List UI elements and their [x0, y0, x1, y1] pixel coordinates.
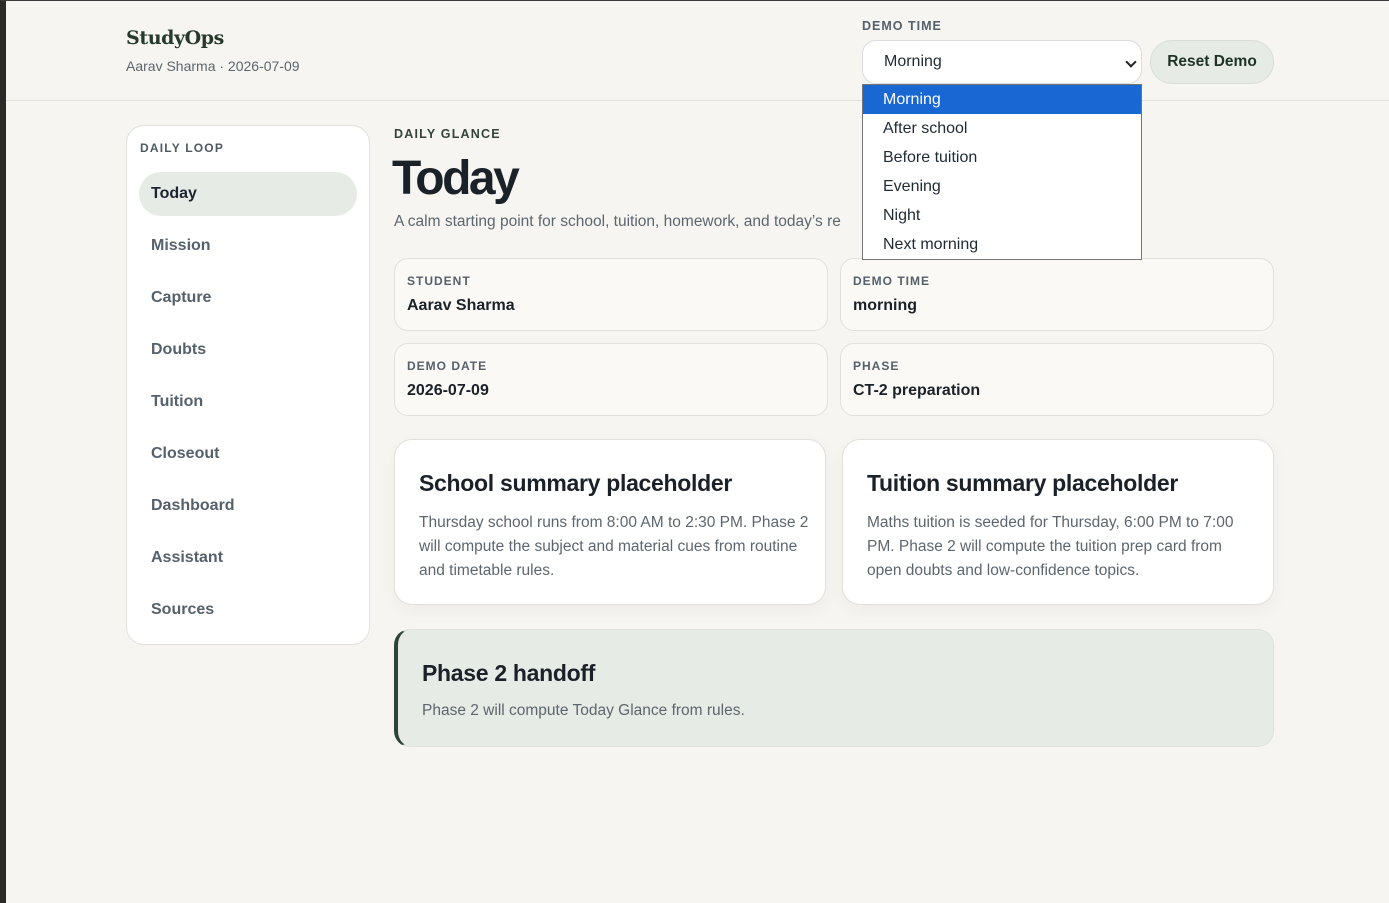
dropdown-option-after-school[interactable]: After school: [863, 114, 1141, 143]
info-card-demo-time: DEMO TIME morning: [840, 258, 1274, 331]
reset-demo-button[interactable]: Reset Demo: [1150, 40, 1274, 84]
dropdown-option-next-morning[interactable]: Next morning: [863, 230, 1141, 259]
top-header: StudyOps Aarav Sharma · 2026-07-09 DEMO …: [6, 1, 1389, 101]
sidebar-item-assistant[interactable]: Assistant: [139, 536, 357, 580]
info-value: CT-2 preparation: [853, 382, 981, 399]
section-eyebrow: DAILY GLANCE: [394, 127, 501, 141]
school-summary-body: Thursday school runs from 8:00 AM to 2:3…: [419, 514, 809, 579]
tuition-summary-card: Tuition summary placeholder Maths tuitio…: [842, 439, 1274, 605]
sidebar-item-today[interactable]: Today: [139, 172, 357, 216]
info-label: DEMO TIME: [853, 274, 930, 288]
info-label: PHASE: [853, 359, 900, 373]
app-root: StudyOps Aarav Sharma · 2026-07-09 DEMO …: [6, 1, 1389, 903]
info-card-demo-date: DEMO DATE 2026-07-09: [394, 343, 828, 416]
sidebar-item-tuition[interactable]: Tuition: [139, 380, 357, 424]
school-summary-card: School summary placeholder Thursday scho…: [394, 439, 826, 605]
demo-time-label: DEMO TIME: [862, 19, 942, 33]
info-value: morning: [853, 297, 917, 314]
info-card-phase: PHASE CT-2 preparation: [840, 343, 1274, 416]
info-value: Aarav Sharma: [407, 297, 515, 314]
sidebar-item-capture[interactable]: Capture: [139, 276, 357, 320]
info-label: DEMO DATE: [407, 359, 488, 373]
demo-time-select-value: Morning: [884, 53, 942, 70]
dropdown-option-before-tuition[interactable]: Before tuition: [863, 143, 1141, 172]
handoff-title: Phase 2 handoff: [422, 660, 596, 686]
sidebar-nav: DAILY LOOP Today Mission Capture Doubts …: [126, 125, 370, 645]
header-subtitle: Aarav Sharma · 2026-07-09: [126, 58, 300, 74]
tuition-summary-body: Maths tuition is seeded for Thursday, 6:…: [867, 514, 1234, 579]
dropdown-option-morning[interactable]: Morning: [863, 85, 1141, 114]
page-subtitle: A calm starting point for school, tuitio…: [394, 213, 841, 230]
sidebar-item-mission[interactable]: Mission: [139, 224, 357, 268]
dropdown-option-evening[interactable]: Evening: [863, 172, 1141, 201]
info-label: STUDENT: [407, 274, 471, 288]
page-title: Today: [392, 152, 520, 205]
sidebar-item-doubts[interactable]: Doubts: [139, 328, 357, 372]
sidebar-heading: DAILY LOOP: [140, 141, 225, 155]
info-value: 2026-07-09: [407, 382, 489, 399]
brand-logo-text[interactable]: StudyOps: [126, 27, 224, 49]
sidebar-item-dashboard[interactable]: Dashboard: [139, 484, 357, 528]
sidebar-item-sources[interactable]: Sources: [139, 588, 357, 632]
demo-time-select[interactable]: Morning: [862, 40, 1142, 84]
sidebar-item-closeout[interactable]: Closeout: [139, 432, 357, 476]
school-summary-title: School summary placeholder: [419, 470, 733, 496]
info-card-student: STUDENT Aarav Sharma: [394, 258, 828, 331]
dropdown-option-night[interactable]: Night: [863, 201, 1141, 230]
tuition-summary-title: Tuition summary placeholder: [867, 470, 1178, 496]
chevron-down-icon: [1125, 56, 1137, 68]
handoff-body: Phase 2 will compute Today Glance from r…: [422, 702, 745, 719]
phase-handoff-callout: Phase 2 handoff Phase 2 will compute Tod…: [394, 629, 1274, 747]
demo-time-dropdown: Morning After school Before tuition Even…: [862, 84, 1142, 260]
